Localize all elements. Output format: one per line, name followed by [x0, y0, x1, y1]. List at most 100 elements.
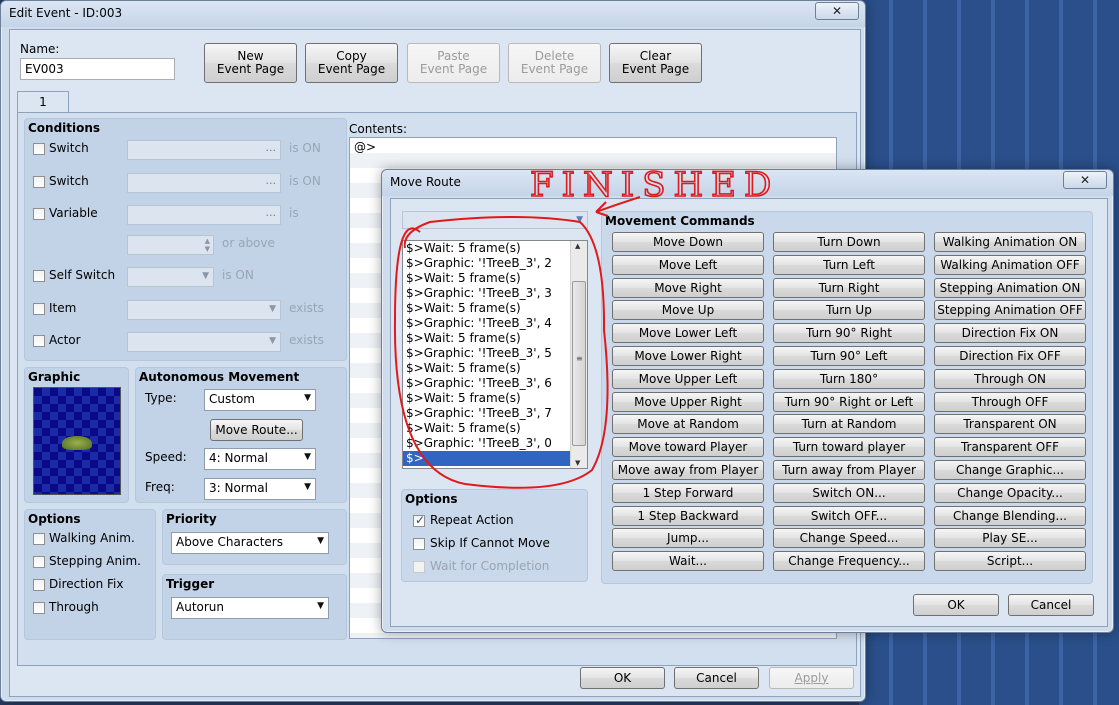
walking-anim-checkbox[interactable]: [33, 533, 45, 545]
cmd-move-up-button[interactable]: Move Up: [612, 300, 764, 320]
cmd-move-lower-right-button[interactable]: Move Lower Right: [612, 346, 764, 366]
delete-event-page-button[interactable]: Delete Event Page: [508, 43, 601, 83]
cancel-button[interactable]: Cancel: [674, 667, 759, 689]
route-list-item[interactable]: $>Graphic: '!TreeB_3', 6: [403, 376, 587, 391]
cmd-change-opacity-button[interactable]: Change Opacity...: [934, 483, 1086, 503]
route-list-item[interactable]: $>Wait: 5 frame(s): [403, 421, 587, 436]
item-checkbox[interactable]: [33, 303, 45, 315]
direction-fix-checkbox[interactable]: [33, 579, 45, 591]
route-ok-button[interactable]: OK: [913, 594, 999, 616]
cmd-switch-off-button[interactable]: Switch OFF...: [773, 506, 925, 526]
apply-button[interactable]: Apply: [769, 667, 854, 689]
ok-button[interactable]: OK: [580, 667, 665, 689]
cmd-direction-fix-off-button[interactable]: Direction Fix OFF: [934, 346, 1086, 366]
new-event-page-button[interactable]: New Event Page: [204, 43, 297, 83]
route-list-item[interactable]: $>Wait: 5 frame(s): [403, 271, 587, 286]
route-list-item[interactable]: $>Wait: 5 frame(s): [403, 241, 587, 256]
route-list-item[interactable]: $>Wait: 5 frame(s): [403, 391, 587, 406]
priority-select[interactable]: Above Characters ▼: [171, 532, 329, 554]
scroll-thumb[interactable]: ≡: [572, 281, 586, 446]
cmd-turn-90-right-or-left-button[interactable]: Turn 90° Right or Left: [773, 392, 925, 412]
tab-page-1[interactable]: 1: [17, 91, 69, 113]
switch1-field[interactable]: ...: [127, 140, 281, 160]
cmd-change-graphic-button[interactable]: Change Graphic...: [934, 460, 1086, 480]
move-target-select[interactable]: ▼: [402, 211, 588, 229]
self-switch-checkbox[interactable]: [33, 270, 45, 282]
cmd-turn-at-random-button[interactable]: Turn at Random: [773, 414, 925, 434]
cmd-move-toward-player-button[interactable]: Move toward Player: [612, 437, 764, 457]
cmd-move-left-button[interactable]: Move Left: [612, 255, 764, 275]
type-select[interactable]: Custom ▼: [204, 389, 316, 411]
name-field[interactable]: EV003: [20, 58, 175, 80]
route-list-item[interactable]: $>Graphic: '!TreeB_3', 4: [403, 316, 587, 331]
cmd-wait-button[interactable]: Wait...: [612, 551, 764, 571]
actor-select[interactable]: ▼: [127, 332, 281, 352]
cmd-through-on-button[interactable]: Through ON: [934, 369, 1086, 389]
cmd-change-speed-button[interactable]: Change Speed...: [773, 528, 925, 548]
self-switch-select[interactable]: ▼: [127, 267, 214, 287]
cmd-change-frequency-button[interactable]: Change Frequency...: [773, 551, 925, 571]
cmd-direction-fix-on-button[interactable]: Direction Fix ON: [934, 323, 1086, 343]
cmd-change-blending-button[interactable]: Change Blending...: [934, 506, 1086, 526]
route-list-item[interactable]: $>Wait: 5 frame(s): [403, 331, 587, 346]
cmd-jump-button[interactable]: Jump...: [612, 528, 764, 548]
stepping-anim-checkbox[interactable]: [33, 556, 45, 568]
freq-select[interactable]: 3: Normal ▼: [204, 478, 316, 500]
cmd-move-down-button[interactable]: Move Down: [612, 232, 764, 252]
route-cancel-button[interactable]: Cancel: [1008, 594, 1094, 616]
switch2-checkbox[interactable]: [33, 176, 45, 188]
graphic-preview[interactable]: [33, 387, 121, 495]
contents-first-line[interactable]: @>: [354, 140, 376, 154]
variable-checkbox[interactable]: [33, 208, 45, 220]
item-select[interactable]: ▼: [127, 300, 281, 320]
wait-for-completion-checkbox[interactable]: [413, 561, 425, 573]
skip-if-cannot-move-checkbox[interactable]: [413, 538, 425, 550]
cmd-stepping-animation-on-button[interactable]: Stepping Animation ON: [934, 278, 1086, 298]
trigger-select[interactable]: Autorun ▼: [171, 597, 329, 619]
route-command-list[interactable]: $>Wait: 5 frame(s) $>Graphic: '!TreeB_3',…: [402, 240, 588, 469]
cmd-move-right-button[interactable]: Move Right: [612, 278, 764, 298]
speed-select[interactable]: 4: Normal ▼: [204, 448, 316, 470]
cmd-play-se-button[interactable]: Play SE...: [934, 528, 1086, 548]
cmd-turn-down-button[interactable]: Turn Down: [773, 232, 925, 252]
cmd-script-button[interactable]: Script...: [934, 551, 1086, 571]
repeat-action-checkbox[interactable]: [413, 513, 425, 527]
move-route-button[interactable]: Move Route...: [210, 419, 303, 441]
cmd-move-lower-left-button[interactable]: Move Lower Left: [612, 323, 764, 343]
cmd-walking-animation-off-button[interactable]: Walking Animation OFF: [934, 255, 1086, 275]
cmd-transparent-off-button[interactable]: Transparent OFF: [934, 437, 1086, 457]
switch2-field[interactable]: ...: [127, 173, 281, 193]
cmd-switch-on-button[interactable]: Switch ON...: [773, 483, 925, 503]
clear-event-page-button[interactable]: Clear Event Page: [609, 43, 702, 83]
route-list-item[interactable]: $>Graphic: '!TreeB_3', 2: [403, 256, 587, 271]
route-list-item[interactable]: $>Wait: 5 frame(s): [403, 361, 587, 376]
route-list-item[interactable]: $>Graphic: '!TreeB_3', 0: [403, 436, 587, 451]
cmd-turn-180-button[interactable]: Turn 180°: [773, 369, 925, 389]
variable-value-spinner[interactable]: ▲ ▼: [127, 235, 214, 255]
cmd-turn-90-right-button[interactable]: Turn 90° Right: [773, 323, 925, 343]
cmd-turn-away-from-player-button[interactable]: Turn away from Player: [773, 460, 925, 480]
switch1-checkbox[interactable]: [33, 143, 45, 155]
cmd-walking-animation-on-button[interactable]: Walking Animation ON: [934, 232, 1086, 252]
cmd-move-away-from-player-button[interactable]: Move away from Player: [612, 460, 764, 480]
cmd-turn-left-button[interactable]: Turn Left: [773, 255, 925, 275]
cmd-move-upper-left-button[interactable]: Move Upper Left: [612, 369, 764, 389]
cmd-1-step-forward-button[interactable]: 1 Step Forward: [612, 483, 764, 503]
cmd-1-step-backward-button[interactable]: 1 Step Backward: [612, 506, 764, 526]
cmd-turn-90-left-button[interactable]: Turn 90° Left: [773, 346, 925, 366]
actor-checkbox[interactable]: [33, 335, 45, 347]
through-checkbox[interactable]: [33, 602, 45, 614]
cmd-through-off-button[interactable]: Through OFF: [934, 392, 1086, 412]
close-button[interactable]: ✕: [1063, 171, 1107, 189]
paste-event-page-button[interactable]: Paste Event Page: [407, 43, 500, 83]
cmd-turn-up-button[interactable]: Turn Up: [773, 300, 925, 320]
cmd-turn-right-button[interactable]: Turn Right: [773, 278, 925, 298]
route-list-item[interactable]: $>Graphic: '!TreeB_3', 7: [403, 406, 587, 421]
cmd-transparent-on-button[interactable]: Transparent ON: [934, 414, 1086, 434]
cmd-move-at-random-button[interactable]: Move at Random: [612, 414, 764, 434]
variable-field[interactable]: ...: [127, 205, 281, 225]
cmd-stepping-animation-off-button[interactable]: Stepping Animation OFF: [934, 300, 1086, 320]
copy-event-page-button[interactable]: Copy Event Page: [305, 43, 398, 83]
close-button[interactable]: ✕: [815, 2, 859, 20]
route-list-item[interactable]: $>Graphic: '!TreeB_3', 3: [403, 286, 587, 301]
